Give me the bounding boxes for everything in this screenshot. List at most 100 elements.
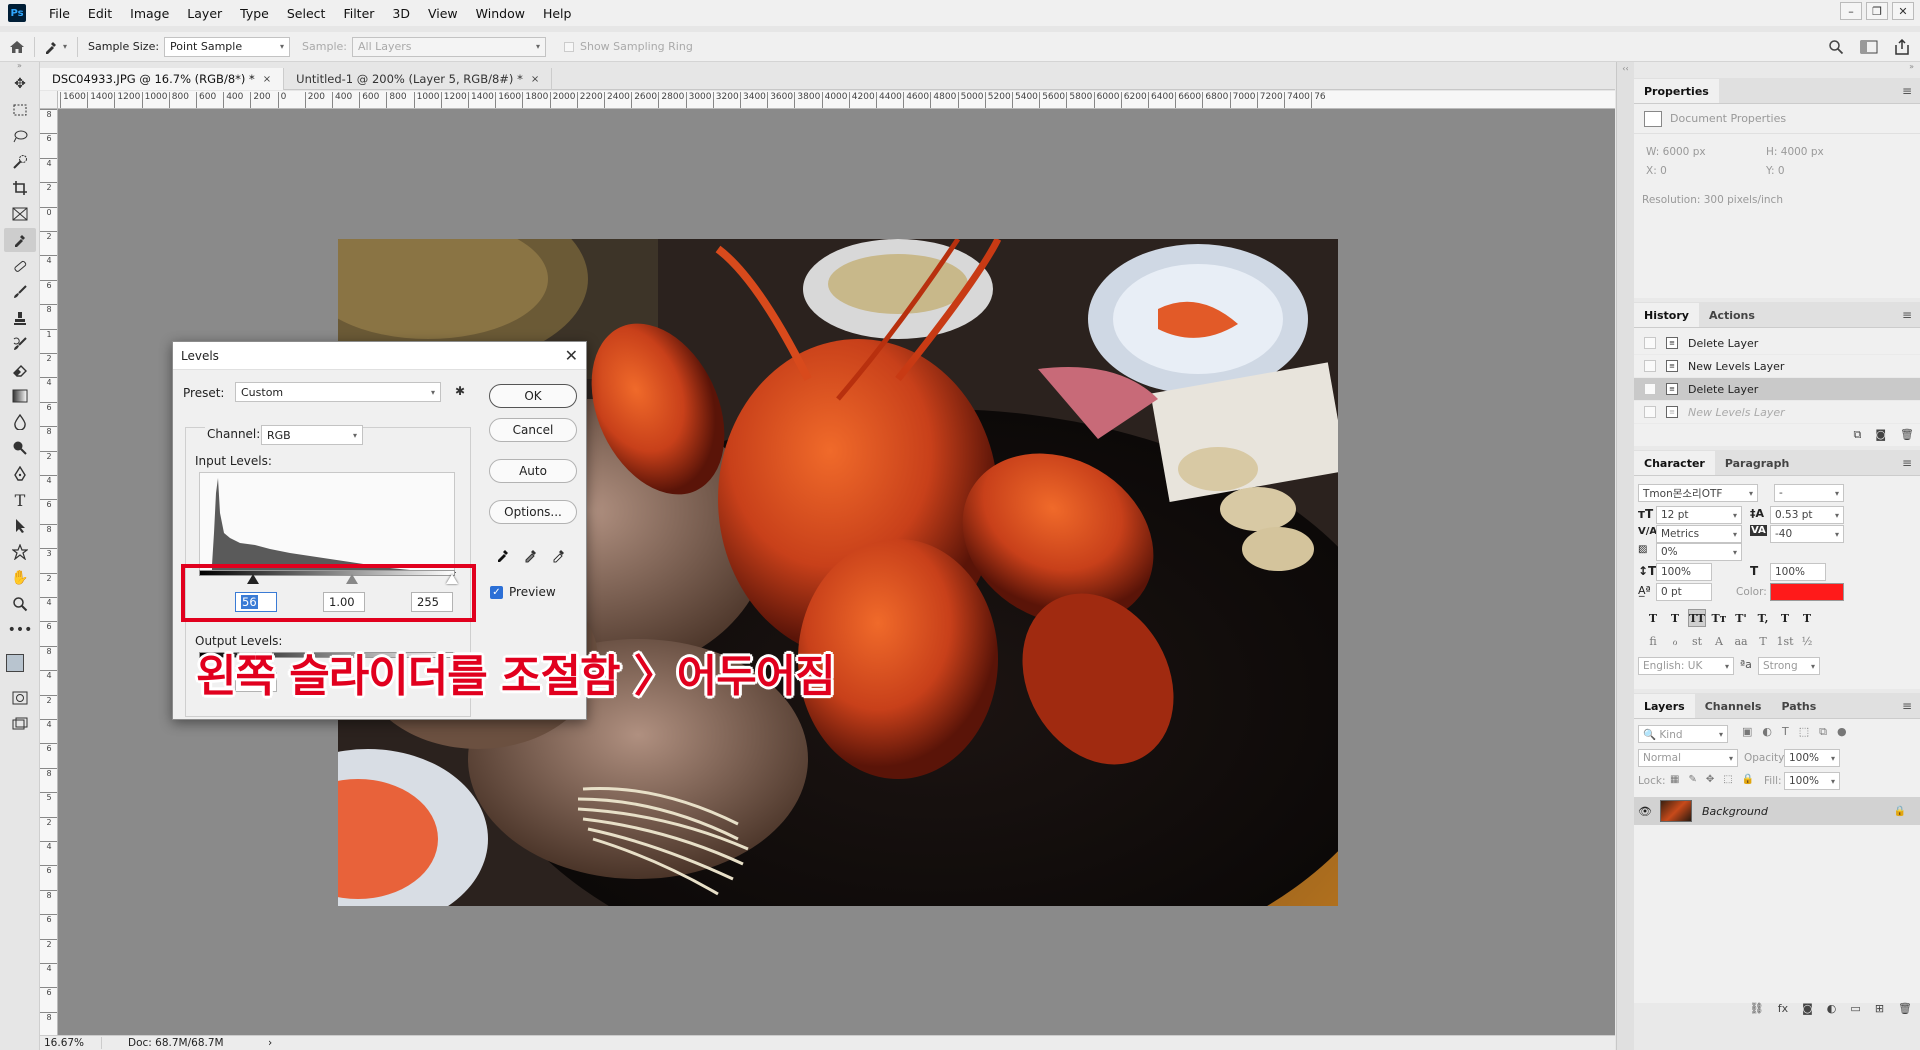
type-style-button[interactable]: TT <box>1688 609 1706 627</box>
pen-tool-icon[interactable] <box>4 462 36 486</box>
layer-row-background[interactable]: 👁 Background 🔒 <box>1634 797 1920 825</box>
horizontal-scale-field[interactable]: 100% <box>1770 563 1826 581</box>
levels-title-bar[interactable]: Levels <box>173 342 586 370</box>
clone-stamp-tool-icon[interactable] <box>4 306 36 330</box>
lock-all-icon[interactable]: 🔒 <box>1742 774 1754 785</box>
history-brush-tool-icon[interactable] <box>4 332 36 356</box>
link-layers-icon[interactable]: ⛓ <box>1750 1002 1764 1015</box>
ok-button[interactable]: OK <box>489 384 577 408</box>
lock-position-icon[interactable]: ✥ <box>1706 774 1714 785</box>
font-size-field[interactable]: 12 pt ▾ <box>1656 506 1742 524</box>
tab-history[interactable]: History <box>1634 303 1699 327</box>
add-mask-icon[interactable]: ◙ <box>1802 1002 1813 1015</box>
lasso-tool-icon[interactable] <box>4 124 36 148</box>
type-style-button[interactable]: T <box>1644 609 1662 627</box>
tsume-select[interactable]: 0% ▾ <box>1656 543 1742 561</box>
dodge-tool-icon[interactable] <box>4 436 36 460</box>
brush-tool-icon[interactable] <box>4 280 36 304</box>
share-icon[interactable] <box>1894 38 1910 55</box>
menu-filter[interactable]: Filter <box>334 6 383 21</box>
channel-select[interactable]: RGB ▾ <box>261 425 363 445</box>
menu-image[interactable]: Image <box>121 6 178 21</box>
tab-paragraph[interactable]: Paragraph <box>1715 451 1799 475</box>
close-icon[interactable]: × <box>531 74 539 85</box>
close-window-button[interactable]: ✕ <box>1892 2 1914 20</box>
tracking-select[interactable]: -40 ▾ <box>1770 525 1844 543</box>
collapse-icon[interactable]: ‹‹ <box>1617 64 1634 73</box>
marquee-tool-icon[interactable] <box>4 98 36 122</box>
sample-size-select[interactable]: Point Sample ▾ <box>164 36 291 57</box>
text-color-swatch[interactable] <box>1770 583 1844 601</box>
panel-menu-icon[interactable]: ≡ <box>1902 79 1912 103</box>
white-eyedropper-icon[interactable] <box>551 547 567 563</box>
hand-tool-icon[interactable]: ✋ <box>4 566 36 590</box>
opentype-feature-button[interactable]: T <box>1754 632 1772 650</box>
group-icon[interactable]: ▭ <box>1850 1002 1860 1015</box>
black-eyedropper-icon[interactable] <box>495 547 511 563</box>
tab-channels[interactable]: Channels <box>1695 694 1772 718</box>
opentype-feature-button[interactable]: aa <box>1732 632 1750 650</box>
more-tools-icon[interactable]: ••• <box>4 618 36 642</box>
lock-artboard-icon[interactable]: ⬚ <box>1723 774 1732 785</box>
trash-icon[interactable]: 🗑 <box>1898 1002 1912 1015</box>
blur-tool-icon[interactable] <box>4 410 36 434</box>
tab-untitled-1[interactable]: Untitled-1 @ 200% (Layer 5, RGB/8#) * × <box>284 68 553 90</box>
opacity-field[interactable]: 100% ▾ <box>1784 749 1840 767</box>
panel-menu-icon[interactable]: ≡ <box>1902 694 1912 718</box>
auto-button[interactable]: Auto <box>489 459 577 483</box>
fill-field[interactable]: 100% ▾ <box>1784 772 1840 790</box>
history-source-checkbox[interactable] <box>1644 360 1656 372</box>
camera-icon[interactable]: ◙ <box>1875 428 1886 442</box>
quick-mask-icon[interactable] <box>4 686 36 710</box>
opentype-feature-button[interactable]: 1st <box>1776 632 1794 650</box>
home-icon[interactable] <box>0 40 34 54</box>
type-style-button[interactable]: T <box>1776 609 1794 627</box>
lock-transparent-icon[interactable]: ▦ <box>1670 774 1679 785</box>
baseline-shift-field[interactable]: 0 pt <box>1656 583 1712 601</box>
tab-layers[interactable]: Layers <box>1634 694 1695 718</box>
healing-brush-tool-icon[interactable] <box>4 254 36 278</box>
shape-filter-icon[interactable]: ⬚ <box>1799 725 1809 739</box>
quick-selection-tool-icon[interactable] <box>4 150 36 174</box>
cancel-button[interactable]: Cancel <box>489 418 577 442</box>
screen-mode-icon[interactable] <box>4 712 36 736</box>
vertical-scale-field[interactable]: 100% <box>1656 563 1712 581</box>
foreground-color[interactable] <box>6 654 24 672</box>
menu-layer[interactable]: Layer <box>178 6 231 21</box>
menu-window[interactable]: Window <box>467 6 534 21</box>
show-ring-checkbox[interactable] <box>564 41 574 52</box>
history-state[interactable]: ≡ New Levels Layer <box>1634 401 1920 424</box>
history-state[interactable]: ≡ Delete Layer <box>1634 332 1920 355</box>
close-icon[interactable]: ✕ <box>565 346 578 365</box>
layer-kind-filter[interactable]: 🔍 Kind ▾ <box>1638 725 1728 743</box>
options-button[interactable]: Options... <box>489 500 577 524</box>
ruler-origin[interactable] <box>40 91 58 109</box>
menu-edit[interactable]: Edit <box>79 6 121 21</box>
restore-button[interactable]: ❐ <box>1866 2 1888 20</box>
opentype-feature-button[interactable]: ½ <box>1798 632 1816 650</box>
history-source-checkbox[interactable] <box>1644 406 1656 418</box>
preset-select[interactable]: Custom ▾ <box>235 382 441 402</box>
zoom-level[interactable]: 16.67% <box>40 1037 102 1049</box>
blend-mode-select[interactable]: Normal ▾ <box>1638 749 1738 767</box>
menu-type[interactable]: Type <box>231 6 278 21</box>
workspace-icon[interactable] <box>1860 40 1878 54</box>
type-tool-icon[interactable]: T <box>4 488 36 512</box>
zoom-tool-icon[interactable] <box>4 592 36 616</box>
status-arrow-icon[interactable]: › <box>268 1037 272 1049</box>
filter-toggle-icon[interactable]: ● <box>1837 725 1847 739</box>
close-icon[interactable]: × <box>263 74 271 85</box>
trash-icon[interactable]: 🗑 <box>1900 428 1914 442</box>
fx-icon[interactable]: fx <box>1778 1002 1788 1015</box>
leading-field[interactable]: 0.53 pt ▾ <box>1770 506 1844 524</box>
opentype-feature-button[interactable]: A <box>1710 632 1728 650</box>
search-icon[interactable] <box>1828 39 1844 55</box>
crop-tool-icon[interactable] <box>4 176 36 200</box>
history-source-checkbox[interactable] <box>1644 383 1656 395</box>
sample-select[interactable]: All Layers ▾ <box>352 36 546 57</box>
menu-3d[interactable]: 3D <box>383 6 419 21</box>
preview-checkbox[interactable]: ✓ <box>490 586 503 599</box>
expand-icon[interactable]: » <box>1634 62 1920 78</box>
panel-menu-icon[interactable]: ≡ <box>1902 451 1912 475</box>
history-state[interactable]: ≡ New Levels Layer <box>1634 355 1920 378</box>
